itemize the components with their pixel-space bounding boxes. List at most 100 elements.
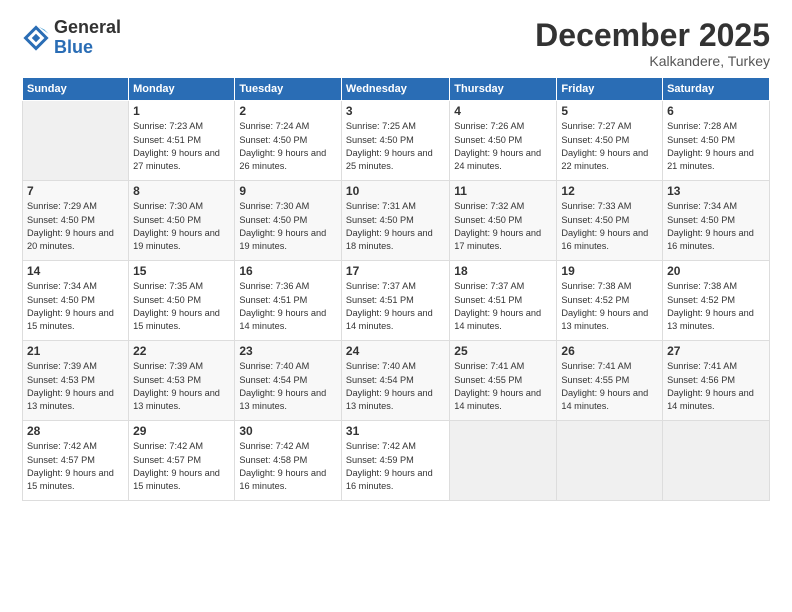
calendar-cell: 4Sunrise: 7:26 AMSunset: 4:50 PMDaylight… [450,101,557,181]
calendar-cell: 24 Sunrise: 7:40 AMSunset: 4:54 PMDayligh… [341,341,449,421]
day-number: 5 [561,104,658,118]
day-number: 25 [454,344,552,358]
day-number: 2 [239,104,337,118]
calendar-cell: 3Sunrise: 7:25 AMSunset: 4:50 PMDaylight… [341,101,449,181]
day-number: 30 [239,424,337,438]
calendar-cell [557,421,663,501]
day-number: 31 [346,424,445,438]
calendar-cell [663,421,770,501]
day-number: 13 [667,184,765,198]
week-row-0: 1 Sunrise: 7:23 AMSunset: 4:51 PMDaylight… [23,101,770,181]
calendar-cell: 15Sunrise: 7:35 AMSunset: 4:50 PMDayligh… [129,261,235,341]
calendar-cell: 5 Sunrise: 7:27 AMSunset: 4:50 PMDaylight… [557,101,663,181]
page: General Blue December 2025 Kalkandere, T… [0,0,792,612]
day-number: 27 [667,344,765,358]
day-number: 11 [454,184,552,198]
day-info: Sunrise: 7:40 AMSunset: 4:54 PMDaylight:… [346,360,445,413]
header-row: SundayMondayTuesdayWednesdayThursdayFrid… [23,78,770,101]
day-info: Sunrise: 7:41 AMSunset: 4:56 PMDaylight:… [667,360,765,413]
day-number: 19 [561,264,658,278]
day-info: Sunrise: 7:38 AMSunset: 4:52 PMDaylight:… [667,280,765,333]
day-info: Sunrise: 7:23 AMSunset: 4:51 PMDaylight:… [133,120,230,173]
header-monday: Monday [129,78,235,101]
header-friday: Friday [557,78,663,101]
calendar-cell: 30 Sunrise: 7:42 AMSunset: 4:58 PMDayligh… [235,421,342,501]
day-number: 28 [27,424,124,438]
calendar-cell: 25Sunrise: 7:41 AMSunset: 4:55 PMDayligh… [450,341,557,421]
day-info: Sunrise: 7:30 AMSunset: 4:50 PMDaylight:… [239,200,337,253]
day-info: Sunrise: 7:42 AMSunset: 4:57 PMDaylight:… [27,440,124,493]
day-number: 9 [239,184,337,198]
day-info: Sunrise: 7:26 AMSunset: 4:50 PMDaylight:… [454,120,552,173]
title-block: December 2025 Kalkandere, Turkey [535,18,770,69]
day-info: Sunrise: 7:39 AMSunset: 4:53 PMDaylight:… [133,360,230,413]
logo-blue: Blue [54,38,121,58]
day-info: Sunrise: 7:39 AMSunset: 4:53 PMDaylight:… [27,360,124,413]
calendar-cell: 13 Sunrise: 7:34 AMSunset: 4:50 PMDayligh… [663,181,770,261]
calendar-cell: 27 Sunrise: 7:41 AMSunset: 4:56 PMDayligh… [663,341,770,421]
header-sunday: Sunday [23,78,129,101]
day-number: 6 [667,104,765,118]
day-number: 17 [346,264,445,278]
week-row-1: 7Sunrise: 7:29 AMSunset: 4:50 PMDaylight… [23,181,770,261]
header-saturday: Saturday [663,78,770,101]
day-info: Sunrise: 7:34 AMSunset: 4:50 PMDaylight:… [27,280,124,333]
calendar-cell: 10Sunrise: 7:31 AMSunset: 4:50 PMDayligh… [341,181,449,261]
day-info: Sunrise: 7:37 AMSunset: 4:51 PMDaylight:… [346,280,445,333]
calendar-cell: 12 Sunrise: 7:33 AMSunset: 4:50 PMDayligh… [557,181,663,261]
logo-icon [22,24,50,52]
calendar-cell: 22Sunrise: 7:39 AMSunset: 4:53 PMDayligh… [129,341,235,421]
calendar-cell: 17 Sunrise: 7:37 AMSunset: 4:51 PMDayligh… [341,261,449,341]
calendar-cell: 8Sunrise: 7:30 AMSunset: 4:50 PMDaylight… [129,181,235,261]
week-row-2: 14Sunrise: 7:34 AMSunset: 4:50 PMDayligh… [23,261,770,341]
day-info: Sunrise: 7:35 AMSunset: 4:50 PMDaylight:… [133,280,230,333]
day-number: 18 [454,264,552,278]
day-number: 24 [346,344,445,358]
calendar-cell: 21 Sunrise: 7:39 AMSunset: 4:53 PMDayligh… [23,341,129,421]
day-info: Sunrise: 7:24 AMSunset: 4:50 PMDaylight:… [239,120,337,173]
calendar-cell [450,421,557,501]
day-number: 23 [239,344,337,358]
calendar-cell: 31 Sunrise: 7:42 AMSunset: 4:59 PMDayligh… [341,421,449,501]
header-thursday: Thursday [450,78,557,101]
day-info: Sunrise: 7:36 AMSunset: 4:51 PMDaylight:… [239,280,337,333]
calendar-table: SundayMondayTuesdayWednesdayThursdayFrid… [22,77,770,501]
day-info: Sunrise: 7:41 AMSunset: 4:55 PMDaylight:… [561,360,658,413]
calendar-cell: 6Sunrise: 7:28 AMSunset: 4:50 PMDaylight… [663,101,770,181]
day-number: 20 [667,264,765,278]
calendar-cell: 29Sunrise: 7:42 AMSunset: 4:57 PMDayligh… [129,421,235,501]
calendar-cell: 14Sunrise: 7:34 AMSunset: 4:50 PMDayligh… [23,261,129,341]
day-info: Sunrise: 7:31 AMSunset: 4:50 PMDaylight:… [346,200,445,253]
location: Kalkandere, Turkey [535,53,770,69]
day-info: Sunrise: 7:40 AMSunset: 4:54 PMDaylight:… [239,360,337,413]
header-wednesday: Wednesday [341,78,449,101]
calendar-cell: 16 Sunrise: 7:36 AMSunset: 4:51 PMDayligh… [235,261,342,341]
day-info: Sunrise: 7:33 AMSunset: 4:50 PMDaylight:… [561,200,658,253]
logo-general: General [54,18,121,38]
calendar-cell: 18 Sunrise: 7:37 AMSunset: 4:51 PMDayligh… [450,261,557,341]
day-number: 29 [133,424,230,438]
day-number: 7 [27,184,124,198]
day-number: 21 [27,344,124,358]
day-info: Sunrise: 7:25 AMSunset: 4:50 PMDaylight:… [346,120,445,173]
day-info: Sunrise: 7:27 AMSunset: 4:50 PMDaylight:… [561,120,658,173]
day-info: Sunrise: 7:37 AMSunset: 4:51 PMDaylight:… [454,280,552,333]
day-number: 1 [133,104,230,118]
day-info: Sunrise: 7:42 AMSunset: 4:59 PMDaylight:… [346,440,445,493]
logo-text: General Blue [54,18,121,58]
day-info: Sunrise: 7:34 AMSunset: 4:50 PMDaylight:… [667,200,765,253]
header: General Blue December 2025 Kalkandere, T… [22,18,770,69]
day-number: 26 [561,344,658,358]
day-info: Sunrise: 7:32 AMSunset: 4:50 PMDaylight:… [454,200,552,253]
logo: General Blue [22,18,121,58]
calendar-cell: 26 Sunrise: 7:41 AMSunset: 4:55 PMDayligh… [557,341,663,421]
week-row-3: 21 Sunrise: 7:39 AMSunset: 4:53 PMDayligh… [23,341,770,421]
day-info: Sunrise: 7:38 AMSunset: 4:52 PMDaylight:… [561,280,658,333]
day-info: Sunrise: 7:42 AMSunset: 4:58 PMDaylight:… [239,440,337,493]
calendar-cell [23,101,129,181]
month-title: December 2025 [535,18,770,53]
day-info: Sunrise: 7:30 AMSunset: 4:50 PMDaylight:… [133,200,230,253]
day-number: 12 [561,184,658,198]
day-number: 16 [239,264,337,278]
calendar-cell: 11 Sunrise: 7:32 AMSunset: 4:50 PMDayligh… [450,181,557,261]
